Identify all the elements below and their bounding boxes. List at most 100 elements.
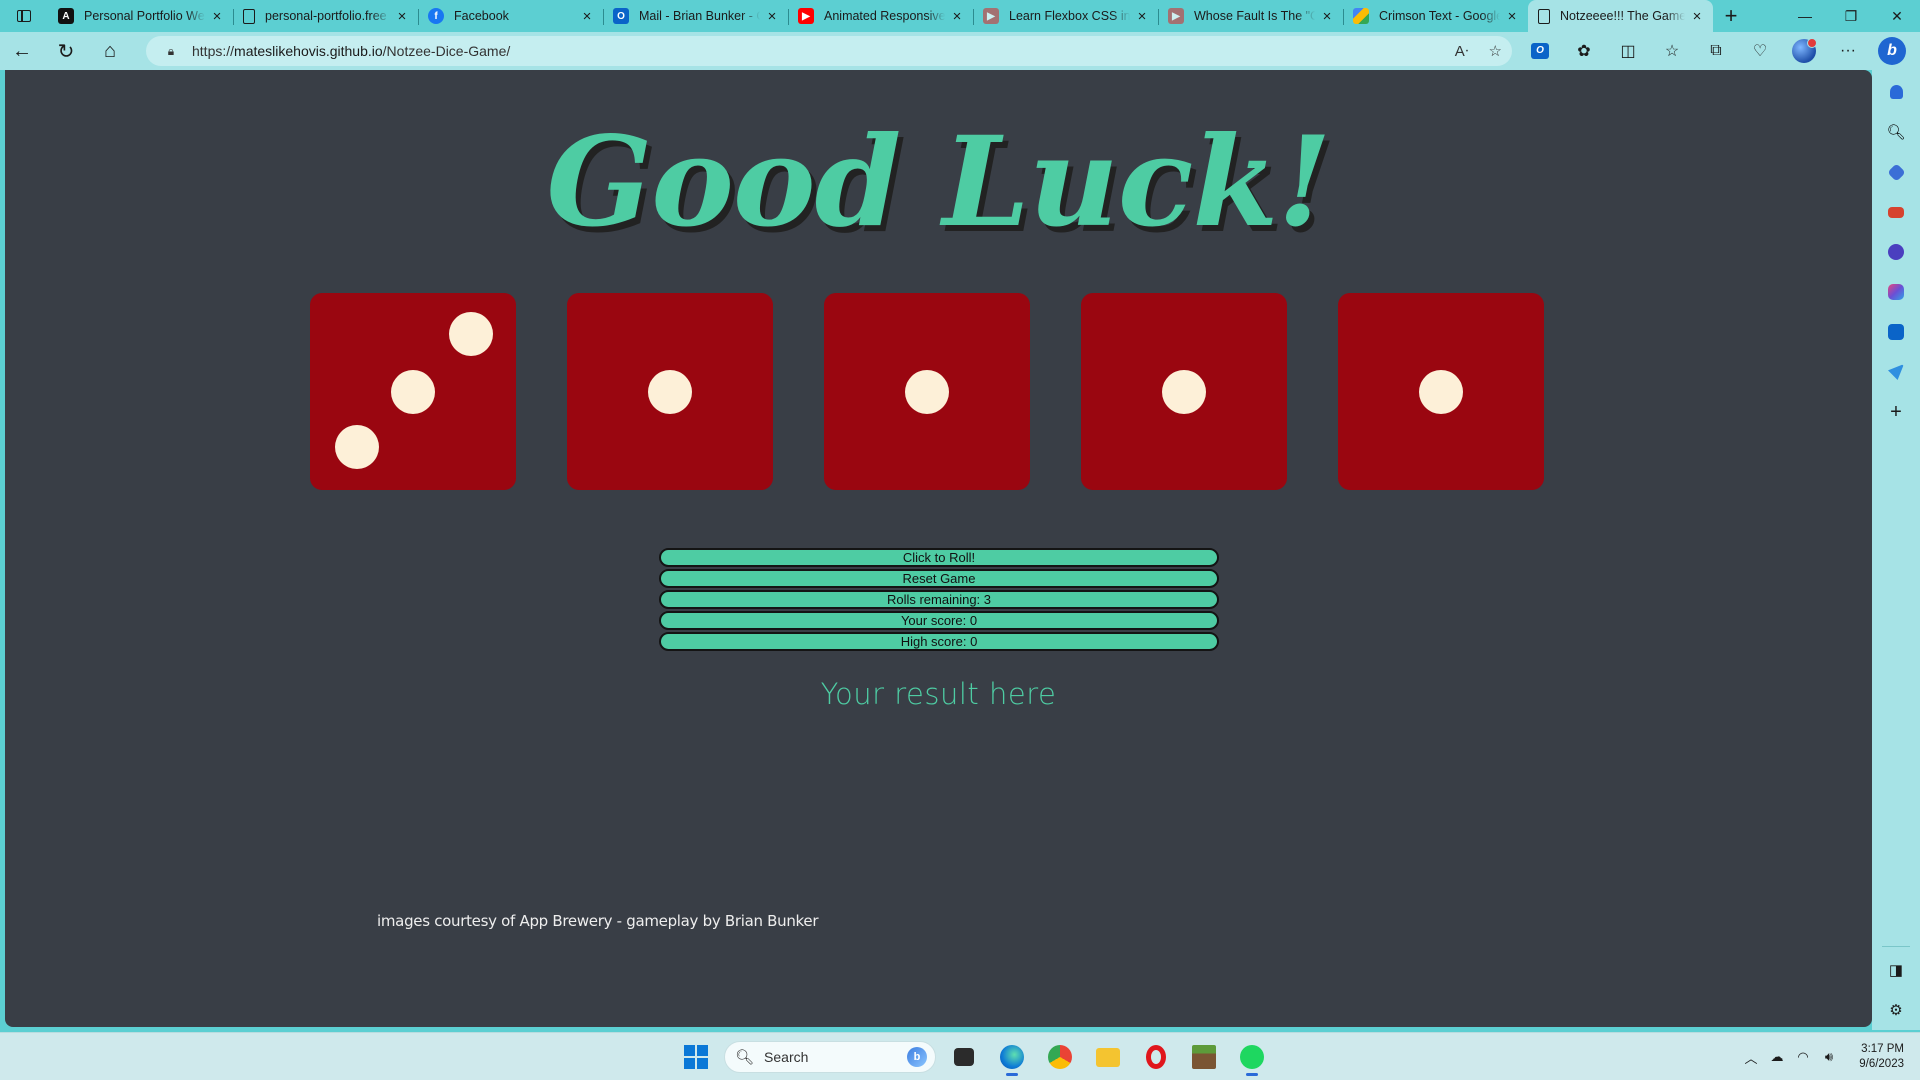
clock[interactable]: 3:17 PM 9/6/2023 [1842,1042,1920,1072]
restore-icon[interactable]: ❐ [1828,0,1874,32]
web-page: Good Luck! Click to Roll! Reset Game Rol… [5,70,1872,1027]
tab-1[interactable]: personal-portfolio.free × [233,0,418,32]
home-icon[interactable]: ⌂ [88,32,132,70]
tab-title: Notzeeee!!! The Game [1560,9,1685,23]
spotify-icon[interactable] [1232,1037,1272,1077]
sidebar-settings-gear-icon[interactable]: ⚙︎ [1872,992,1920,1028]
die-pip [1162,369,1206,414]
edge-icon[interactable] [992,1037,1032,1077]
browser-essentials-icon[interactable]: ♡ [1738,32,1782,70]
tab-title: Personal Portfolio Web [84,9,205,23]
close-tab-icon[interactable]: × [579,8,595,25]
hide-sidebar-icon[interactable]: ◨ [1872,952,1920,988]
lock-icon[interactable]: 🔒︎ [156,44,186,59]
rolls-remaining-display[interactable]: Rolls remaining: 3 [659,590,1219,609]
close-tab-icon[interactable]: × [394,8,410,25]
tab-8-active[interactable]: Notzeeee!!! The Game × [1528,0,1713,32]
tab-strip: A Personal Portfolio Web × personal-port… [0,0,1920,32]
die-pip [1419,369,1463,414]
bing-search-icon: b [907,1047,927,1067]
clock-date: 9/6/2023 [1859,1058,1904,1070]
close-tab-icon[interactable]: × [1689,8,1705,25]
tab-actions-icon [17,10,31,22]
close-tab-icon[interactable]: × [1134,8,1150,25]
volume-icon[interactable]: 🔊︎ [1816,1049,1842,1065]
die-pip [391,369,435,414]
tab-6[interactable]: ▶ Whose Fault Is The "Cr × [1158,0,1343,32]
outlook-sidebar-icon[interactable] [1872,314,1920,350]
tab-title: Animated Responsive [824,9,945,23]
outlook-extension-icon[interactable]: O [1518,32,1562,70]
windows-start-icon[interactable] [676,1037,716,1077]
onedrive-cloud-icon[interactable]: ☁ [1764,1049,1790,1065]
high-score-display[interactable]: High score: 0 [659,632,1219,651]
close-window-icon[interactable]: ✕ [1874,0,1920,32]
url-host: mateslikehovis.github.io [234,43,383,59]
game-controls: Click to Roll! Reset Game Rolls remainin… [659,548,1219,653]
reset-game-button[interactable]: Reset Game [659,569,1219,588]
youtube-icon: ▶ [983,8,999,24]
tools-briefcase-icon[interactable] [1872,194,1920,230]
document-icon [1538,8,1550,24]
file-explorer-dark-icon[interactable] [944,1037,984,1077]
die-3 [824,293,1030,490]
minimize-icon[interactable]: — [1782,0,1828,32]
portfolio-a-icon: A [58,8,74,24]
favorites-icon[interactable]: ☆ [1650,32,1694,70]
chrome-icon[interactable] [1040,1037,1080,1077]
tab-4[interactable]: ▶ Animated Responsive × [788,0,973,32]
more-menu-icon[interactable]: ··· [1826,32,1870,70]
refresh-icon[interactable]: ↻ [44,32,88,70]
favorite-star-icon[interactable]: ☆ [1489,42,1502,60]
die-5 [1338,293,1544,490]
taskbar-search-box[interactable]: 🔍︎ Search b [724,1041,936,1073]
tab-0[interactable]: A Personal Portfolio Web × [48,0,233,32]
close-tab-icon[interactable]: × [949,8,965,25]
system-tray: ︿ ☁ ◠ 🔊︎ 3:17 PM 9/6/2023 [1738,1033,1920,1080]
drop-send-icon[interactable] [1872,354,1920,390]
url-path: /Notzee-Dice-Game/ [382,43,511,59]
split-screen-icon[interactable]: ◫ [1606,32,1650,70]
address-bar[interactable]: 🔒︎ https://mateslikehovis.github.io/Notz… [146,36,1512,66]
back-arrow-icon[interactable]: ← [0,32,44,70]
close-tab-icon[interactable]: × [209,8,225,25]
folder-icon[interactable] [1088,1037,1128,1077]
extensions-puzzle-icon[interactable]: ✿ [1562,32,1606,70]
tab-5[interactable]: ▶ Learn Flexbox CSS in 8 × [973,0,1158,32]
search-icon[interactable]: 🔍︎ [1872,114,1920,150]
tab-3[interactable]: O Mail - Brian Bunker - O × [603,0,788,32]
read-aloud-icon[interactable]: Aᐧ [1455,42,1469,60]
wifi-icon[interactable]: ◠ [1790,1049,1816,1065]
shopping-tag-icon[interactable] [1872,154,1920,190]
close-tab-icon[interactable]: × [1504,8,1520,25]
close-tab-icon[interactable]: × [1319,8,1335,25]
opera-icon[interactable] [1136,1037,1176,1077]
games-icon[interactable] [1872,234,1920,270]
tab-title: Crimson Text - Google [1379,9,1500,23]
bing-copilot-button[interactable]: b [1870,32,1914,70]
youtube-icon: ▶ [798,8,814,24]
tab-actions-button[interactable] [0,0,48,32]
die-1 [310,293,516,490]
tab-title: personal-portfolio.free [265,9,387,23]
close-tab-icon[interactable]: × [764,8,780,25]
tab-title: Whose Fault Is The "Cr [1194,9,1315,23]
tab-2[interactable]: f Facebook × [418,0,603,32]
outlook-icon: O [613,8,629,24]
tab-title: Learn Flexbox CSS in 8 [1009,9,1130,23]
collections-icon[interactable]: ⧉ [1694,32,1738,70]
url-scheme: https:// [192,43,235,59]
roll-button[interactable]: Click to Roll! [659,548,1219,567]
microsoft-365-icon[interactable] [1872,274,1920,310]
facebook-icon: f [428,8,444,24]
minecraft-icon[interactable] [1184,1037,1224,1077]
new-tab-button[interactable]: + [1713,0,1749,32]
profile-avatar[interactable] [1782,32,1826,70]
search-icon: 🔍︎ [735,1049,755,1066]
notifications-bell-icon[interactable] [1872,74,1920,110]
add-sidebar-app-icon[interactable]: + [1872,394,1920,430]
show-hidden-icons-chevron-icon[interactable]: ︿ [1738,1048,1764,1067]
url-text[interactable]: https://mateslikehovis.github.io/Notzee-… [192,43,510,59]
your-score-display[interactable]: Your score: 0 [659,611,1219,630]
tab-7[interactable]: Crimson Text - Google × [1343,0,1528,32]
